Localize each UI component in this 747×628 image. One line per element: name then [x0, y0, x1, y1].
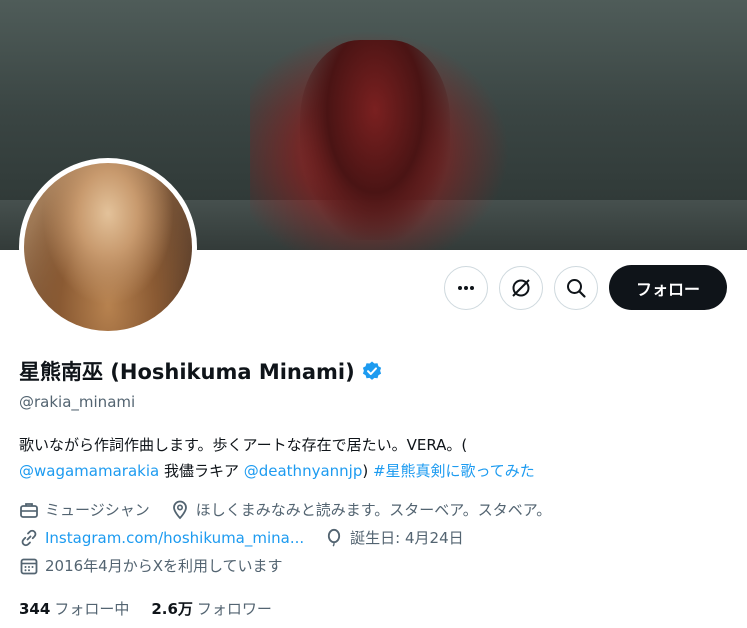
handle: @rakia_minami	[19, 393, 136, 411]
more-icon	[458, 286, 474, 290]
bio-text: 歌いながら作詞作曲します。歩くアートな存在で居たい。VERA。(	[19, 436, 468, 454]
category-item: ミュージシャン	[19, 499, 150, 520]
grok-icon	[512, 279, 530, 297]
bio-text-mid: 我儘ラキア	[159, 462, 244, 480]
more-button[interactable]	[444, 266, 488, 310]
mention-link-wagamamarakia[interactable]: @wagamamarakia	[19, 462, 159, 480]
banner-figure	[300, 40, 450, 240]
search-button[interactable]	[554, 266, 598, 310]
website-item: Instagram.com/hoshikuma_mina...	[19, 528, 304, 548]
followers-count: 2.6万	[151, 600, 193, 618]
grok-button[interactable]	[499, 266, 543, 310]
joined-item: 2016年4月からXを利用しています	[19, 555, 283, 576]
birthday-text: 誕生日: 4月24日	[350, 529, 464, 547]
category-text: ミュージシャン	[45, 501, 150, 519]
profile-name-row: 星熊南巫 (Hoshikuma Minami)	[19, 356, 383, 386]
mention-link-deathnyannjp[interactable]: @deathnyannjp	[244, 462, 363, 480]
profile-meta-row-3: 2016年4月からXを利用しています	[19, 555, 303, 576]
verified-badge-icon[interactable]	[361, 360, 383, 382]
profile-meta-row-1: ミュージシャン ほしくまみなみと読みます。スターベア。スタベア。	[19, 499, 571, 520]
following-link[interactable]: 344 フォロー中	[19, 598, 129, 619]
birthday-item: 誕生日: 4月24日	[324, 527, 464, 548]
joined-text: 2016年4月からXを利用しています	[45, 557, 283, 575]
profile-meta-row-2: Instagram.com/hoshikuma_mina... 誕生日: 4月2…	[19, 527, 484, 548]
calendar-icon	[20, 558, 38, 574]
location-text: ほしくまみなみと読みます。スターベア。スタベア。	[195, 501, 552, 519]
followers-label: フォロワー	[196, 600, 272, 618]
bio: 歌いながら作詞作曲します。歩くアートな存在で居たい。VERA。( @wagama…	[19, 432, 734, 484]
location-item: ほしくまみなみと読みます。スターベア。スタベア。	[170, 499, 552, 520]
follow-counts: 344 フォロー中 2.6万 フォロワー	[19, 598, 294, 619]
bio-close-paren: )	[362, 462, 373, 480]
hashtag-link[interactable]: #星熊真剣に歌ってみた	[373, 462, 535, 480]
website-link[interactable]: Instagram.com/hoshikuma_mina...	[45, 529, 304, 547]
followers-link[interactable]: 2.6万 フォロワー	[151, 598, 272, 619]
location-pin-icon	[172, 500, 187, 519]
balloon-icon	[328, 528, 341, 547]
avatar[interactable]	[24, 163, 192, 331]
display-name: 星熊南巫 (Hoshikuma Minami)	[19, 360, 355, 384]
following-label: フォロー中	[54, 600, 130, 618]
following-count: 344	[19, 600, 51, 618]
link-icon	[21, 529, 37, 546]
follow-button[interactable]: フォロー	[609, 265, 727, 310]
briefcase-icon	[20, 502, 38, 518]
search-icon	[567, 279, 586, 298]
